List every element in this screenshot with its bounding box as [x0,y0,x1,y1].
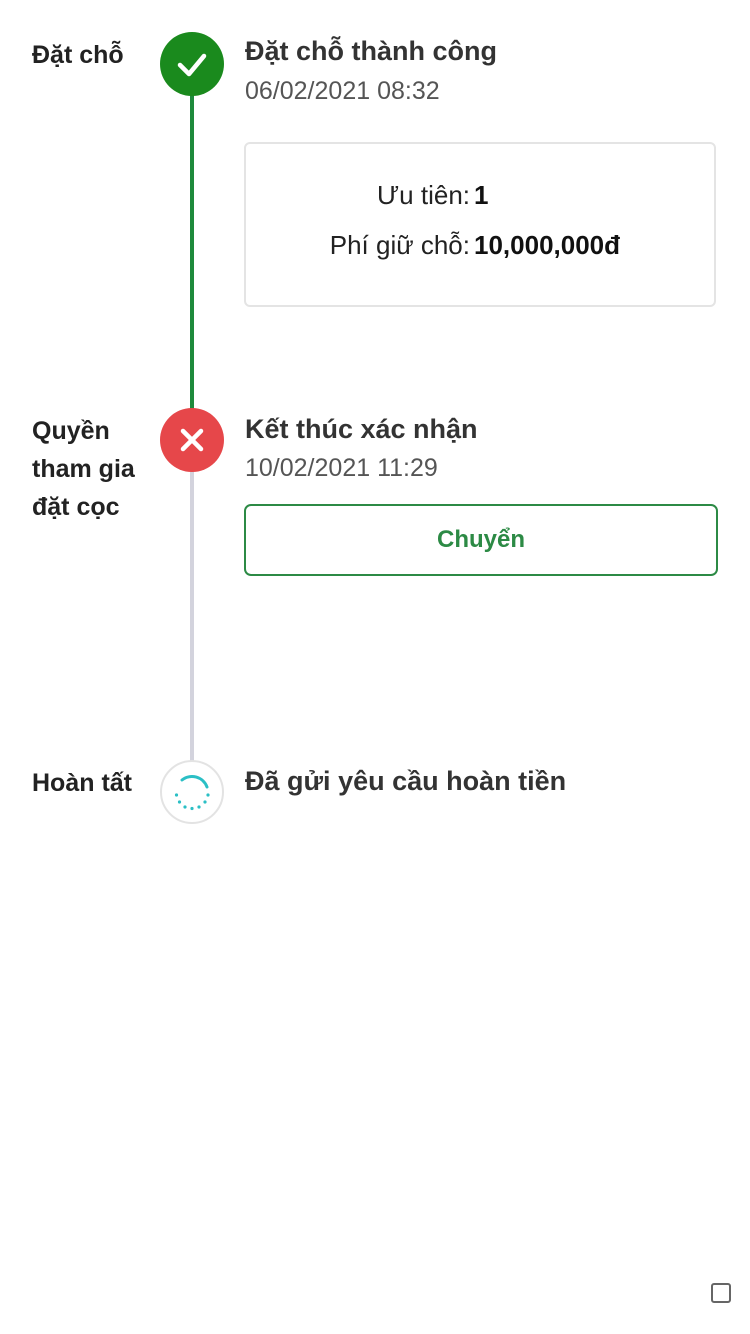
fee-label: Phí giữ chỗ: [329,230,470,260]
step-label-line: Quyền [32,417,110,445]
step-label-booking: Đặt chỗ [32,41,124,69]
step-date-booking: 06/02/2021 08:32 [245,77,440,105]
priority-label: Ưu tiên: [376,180,470,210]
step-label-line: đặt cọc [32,493,120,521]
step-title-booking: Đặt chỗ thành công [245,36,497,66]
step-date-deposit-right: 10/02/2021 11:29 [245,454,438,482]
step-label-complete: Hoàn tất [32,769,132,797]
step-title-deposit-right: Kết thúc xác nhận [245,414,478,444]
timeline-line-completed [190,88,194,414]
close-icon [180,428,204,452]
booking-timeline: Đặt chỗ Đặt chỗ thành công 06/02/2021 08… [0,0,750,1334]
step-status-pending [160,760,224,824]
step-label-line: tham gia [32,455,135,483]
timeline-line-pending [190,470,194,762]
check-icon [177,53,207,77]
checkbox-icon[interactable] [711,1283,731,1303]
fee-value: 10,000,000đ [474,230,621,260]
step-title-complete: Đã gửi yêu cầu hoàn tiền [245,766,567,796]
transfer-button[interactable]: Chuyển [244,504,718,576]
step-label-deposit-right: Quyền tham gia đặt cọc [32,412,154,526]
step-status-success [160,32,224,96]
priority-value: 1 [474,180,489,210]
loading-icon [174,775,210,811]
booking-info-card: Ưu tiên: 1 Phí giữ chỗ: 10,000,000đ [244,142,716,307]
step-status-failed [160,408,224,472]
